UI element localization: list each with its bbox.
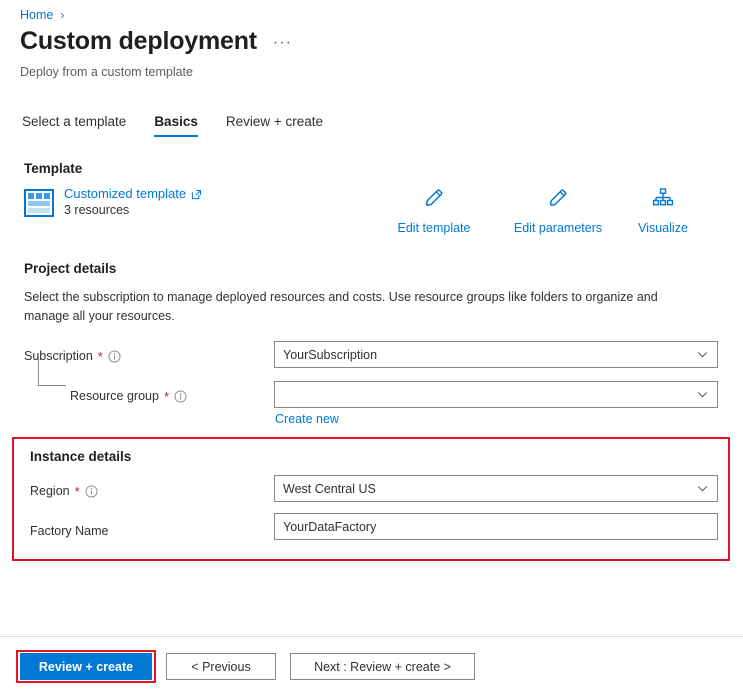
required-asterisk: *	[97, 348, 103, 364]
info-icon[interactable]	[174, 389, 187, 403]
factory-name-label: Factory Name	[30, 524, 109, 538]
wizard-tabs: Select a template Basics Review + create	[22, 114, 323, 137]
region-label-group: Region *	[30, 484, 98, 498]
hierarchy-icon	[651, 186, 675, 215]
factory-name-input[interactable]: YourDataFactory	[274, 513, 718, 540]
info-icon[interactable]	[85, 484, 98, 498]
region-value: West Central US	[283, 481, 376, 496]
region-label: Region	[30, 484, 70, 498]
template-section-heading: Template	[24, 161, 83, 176]
next-review-create-button[interactable]: Next : Review + create >	[290, 653, 475, 680]
custom-deployment-page: Home › Custom deployment ··· Deploy from…	[0, 0, 743, 693]
edit-template-label: Edit template	[397, 221, 471, 235]
region-dropdown[interactable]: West Central US	[274, 475, 718, 502]
nesting-connector	[38, 356, 66, 386]
factory-name-value: YourDataFactory	[283, 519, 377, 534]
review-create-button[interactable]: Review + create	[20, 653, 152, 680]
title-row: Custom deployment ···	[20, 27, 292, 56]
pencil-icon	[546, 186, 570, 215]
edit-parameters-label: Edit parameters	[513, 221, 603, 235]
project-details-description: Select the subscription to manage deploy…	[24, 290, 658, 324]
page-subtitle: Deploy from a custom template	[20, 65, 193, 79]
external-link-icon	[191, 188, 202, 200]
region-row: Region *	[30, 478, 98, 504]
visualize-label: Visualize	[638, 221, 688, 235]
resource-group-label: Resource group	[70, 389, 159, 403]
subscription-dropdown[interactable]: YourSubscription	[274, 341, 718, 368]
page-title: Custom deployment	[20, 27, 257, 55]
chevron-down-icon	[696, 482, 709, 495]
previous-button[interactable]: < Previous	[166, 653, 276, 680]
factory-name-row: Factory Name	[30, 518, 109, 544]
resource-group-label-group: Resource group *	[70, 389, 187, 403]
template-resource-count: 3 resources	[64, 203, 130, 217]
pencil-icon	[422, 186, 446, 215]
visualize-button[interactable]: Visualize	[620, 186, 706, 235]
template-actions: Edit template Edit parameters Visualize	[372, 186, 706, 235]
required-asterisk: *	[74, 483, 80, 499]
template-texts: Customized template 3 resources	[64, 186, 202, 217]
breadcrumb: Home ›	[20, 8, 64, 22]
footer-divider	[0, 636, 743, 637]
chevron-down-icon	[696, 348, 709, 361]
tab-select-a-template[interactable]: Select a template	[22, 114, 126, 137]
template-summary: Customized template 3 resources	[24, 186, 202, 218]
project-details-heading: Project details	[24, 261, 117, 276]
chevron-down-icon	[696, 388, 709, 401]
required-asterisk: *	[163, 388, 170, 404]
create-new-resource-group-link[interactable]: Create new	[275, 412, 339, 426]
info-icon[interactable]	[108, 349, 121, 363]
resource-group-dropdown[interactable]	[274, 381, 718, 408]
edit-parameters-button[interactable]: Edit parameters	[496, 186, 620, 235]
more-options-icon[interactable]: ···	[273, 34, 292, 56]
breadcrumb-separator-icon: ›	[60, 8, 65, 22]
tab-basics[interactable]: Basics	[154, 114, 198, 137]
customized-template-label: Customized template	[64, 186, 187, 201]
subscription-value: YourSubscription	[283, 347, 378, 362]
resource-group-row: Resource group *	[70, 383, 187, 409]
breadcrumb-home-link[interactable]: Home	[20, 8, 53, 22]
instance-details-heading: Instance details	[30, 449, 132, 464]
customized-template-link[interactable]: Customized template	[64, 186, 202, 201]
tab-review-create[interactable]: Review + create	[226, 114, 323, 137]
edit-template-button[interactable]: Edit template	[372, 186, 496, 235]
template-grid-icon	[24, 188, 54, 218]
